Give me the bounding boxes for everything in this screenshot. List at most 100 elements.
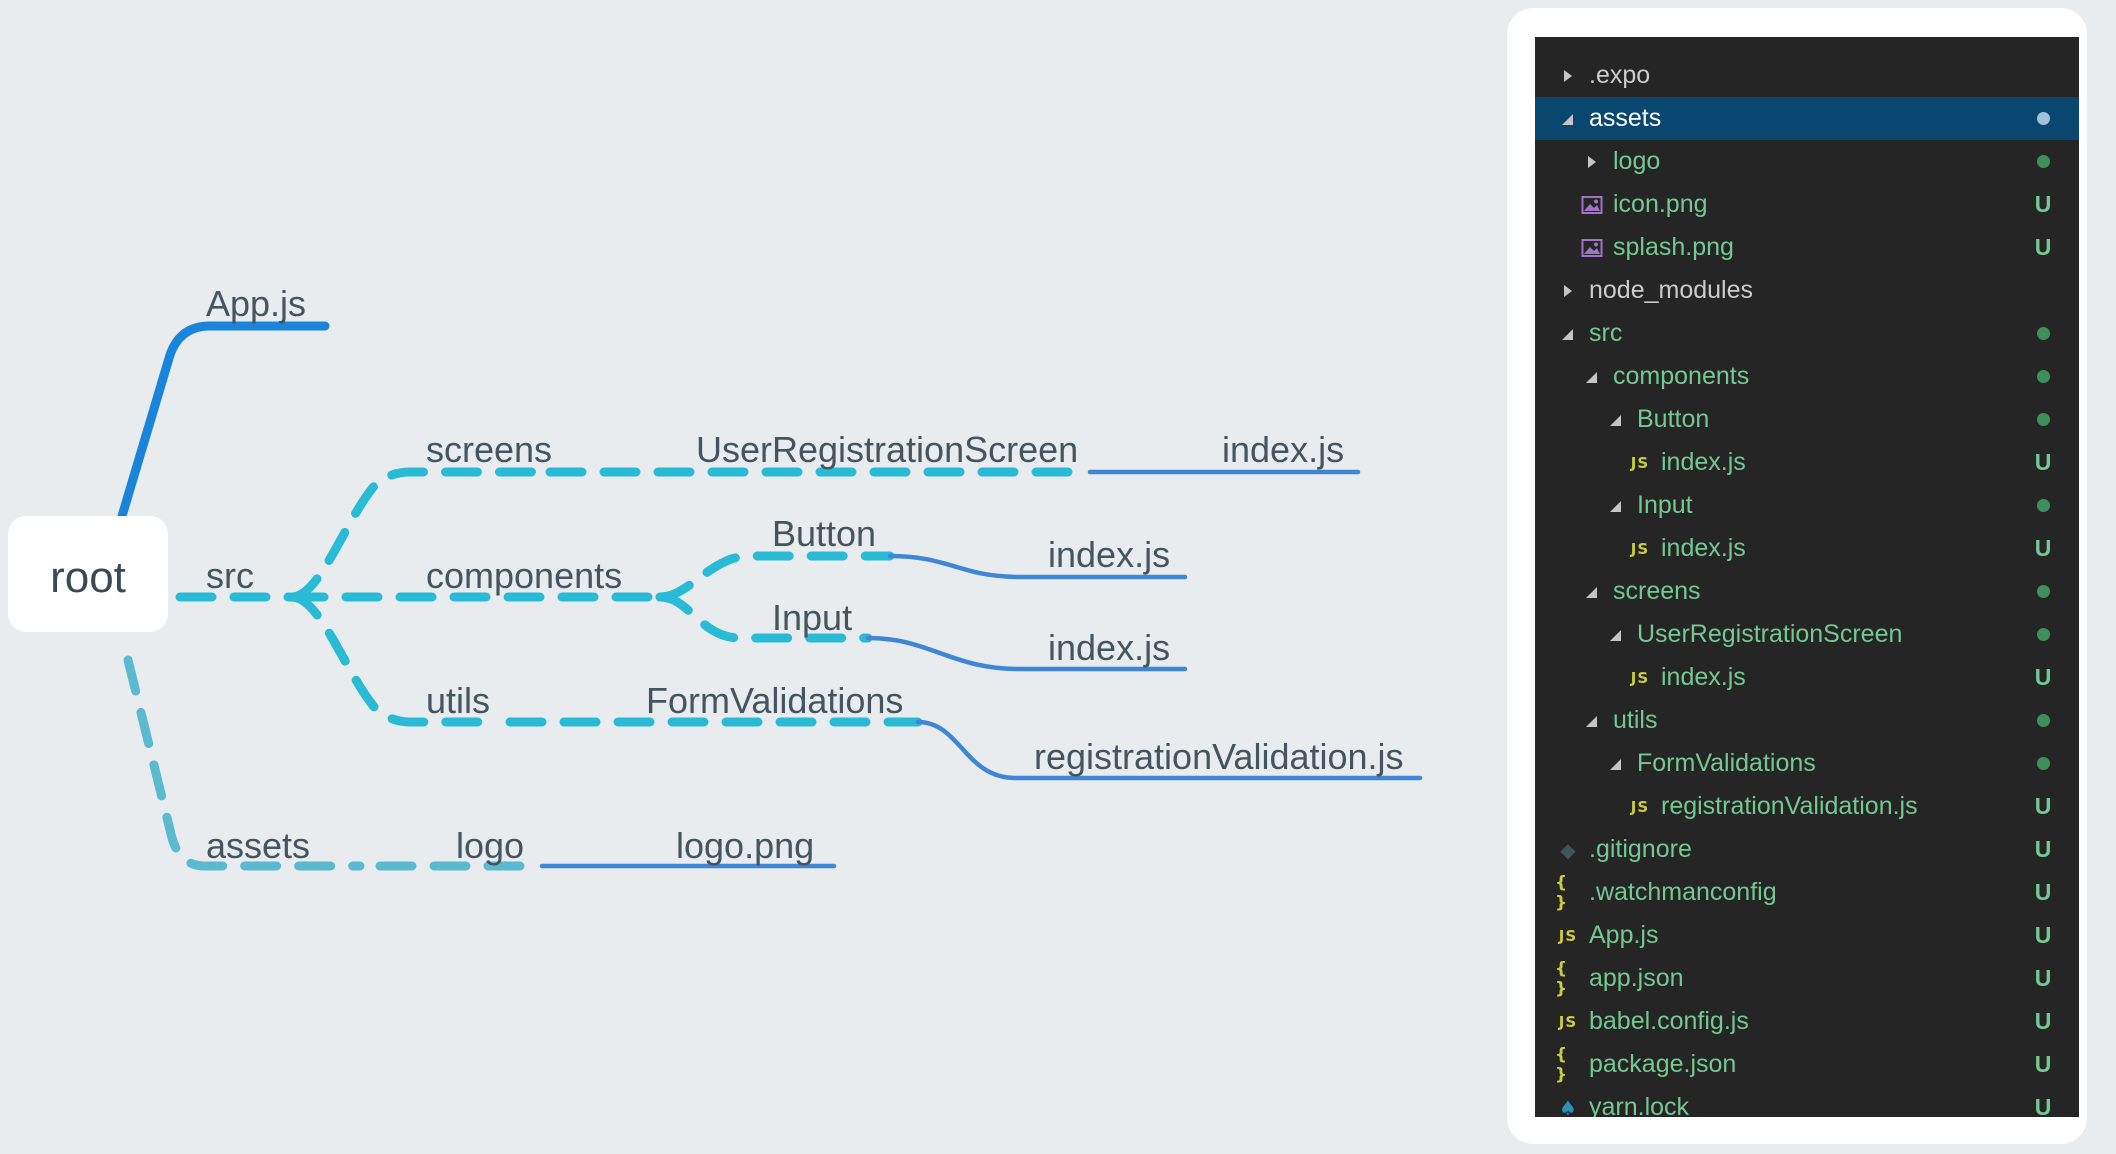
explorer-row-label: registrationValidation.js: [1661, 792, 1918, 820]
chevron-down-icon[interactable]: [1603, 407, 1629, 433]
git-status-badge: U: [2034, 1051, 2052, 1077]
explorer-file-row[interactable]: { } package.json U: [1535, 1043, 2079, 1086]
git-status-badge: U: [2034, 793, 2052, 819]
chevron-down-icon[interactable]: [1579, 579, 1605, 605]
explorer-file-row[interactable]: ♠ yarn.lock U: [1535, 1086, 2079, 1117]
js-icon: JS: [1630, 539, 1650, 558]
explorer-file-row[interactable]: JS index.js U: [1535, 441, 2079, 484]
edge-components-button: [655, 551, 895, 602]
explorer-folder-row[interactable]: UserRegistrationScreen: [1535, 613, 2079, 656]
node-components: components: [426, 555, 622, 596]
chevron-right-icon[interactable]: [1555, 63, 1581, 89]
chevron-right-icon[interactable]: [1579, 149, 1605, 175]
modified-dot-icon: [2033, 742, 2053, 785]
explorer-folder-row[interactable]: src: [1535, 312, 2079, 355]
explorer-folder-row[interactable]: FormValidations: [1535, 742, 2079, 785]
chevron-down-icon[interactable]: [1579, 364, 1605, 390]
explorer-row-label: components: [1613, 362, 1750, 390]
js-icon: JS: [1558, 926, 1578, 945]
image-icon: [1579, 192, 1605, 218]
chevron-down-icon[interactable]: [1603, 751, 1629, 777]
explorer-row-label: babel.config.js: [1589, 1007, 1749, 1035]
explorer-file-row[interactable]: JS index.js U: [1535, 527, 2079, 570]
explorer-file-row[interactable]: JS index.js U: [1535, 656, 2079, 699]
explorer-file-row[interactable]: JS App.js U: [1535, 914, 2079, 957]
node-input-index: index.js: [1048, 627, 1170, 668]
node-screens-index: index.js: [1222, 429, 1344, 470]
node-appjs: App.js: [206, 283, 306, 324]
js-icon: JS: [1630, 453, 1650, 472]
chevron-down-icon[interactable]: [1603, 622, 1629, 648]
modified-dot-icon: [2033, 355, 2053, 398]
explorer-row-label: screens: [1613, 577, 1701, 605]
explorer-file-row[interactable]: { } .watchmanconfig U: [1535, 871, 2079, 914]
git-status-badge: U: [2034, 234, 2052, 260]
explorer-file-row[interactable]: { } app.json U: [1535, 957, 2079, 1000]
modified-dot-icon: [2033, 484, 2053, 527]
modified-dot-icon: [2033, 699, 2053, 742]
explorer-row-label: index.js: [1661, 534, 1746, 562]
explorer-row-label: index.js: [1661, 663, 1746, 691]
modified-dot-icon: [2033, 398, 2053, 441]
explorer-row-label: Input: [1637, 491, 1693, 519]
chevron-down-icon[interactable]: [1555, 321, 1581, 347]
explorer-folder-row[interactable]: logo: [1535, 140, 2079, 183]
modified-dot-icon: [2033, 140, 2053, 183]
explorer-file-row[interactable]: JS babel.config.js U: [1535, 1000, 2079, 1043]
explorer-row-label: .watchmanconfig: [1589, 878, 1777, 906]
explorer-file-row[interactable]: ◆ .gitignore U: [1535, 828, 2079, 871]
yarn-icon: ♠: [1559, 1095, 1577, 1118]
chevron-down-icon[interactable]: [1603, 493, 1629, 519]
node-button-index: index.js: [1048, 534, 1170, 575]
explorer-file-row[interactable]: icon.png U: [1535, 183, 2079, 226]
explorer-folder-row[interactable]: Button: [1535, 398, 2079, 441]
explorer-row-label: splash.png: [1613, 233, 1734, 261]
explorer-folder-row[interactable]: node_modules: [1535, 269, 2079, 312]
json-icon: { }: [1555, 958, 1568, 999]
explorer-file-row[interactable]: JS registrationValidation.js U: [1535, 785, 2079, 828]
explorer-folder-row[interactable]: assets: [1535, 97, 2079, 140]
explorer-row-label: package.json: [1589, 1050, 1737, 1078]
explorer-folder-row[interactable]: utils: [1535, 699, 2079, 742]
git-status-badge: U: [2034, 836, 2052, 862]
explorer-file-row[interactable]: splash.png U: [1535, 226, 2079, 269]
explorer-folder-row[interactable]: screens: [1535, 570, 2079, 613]
git-status-badge: U: [2034, 535, 2052, 561]
git-status-badge: U: [2034, 879, 2052, 905]
modified-dot-icon: [2033, 570, 2053, 613]
explorer-row-label: utils: [1613, 706, 1658, 734]
explorer-row-label: index.js: [1661, 448, 1746, 476]
node-src: src: [206, 555, 254, 596]
explorer-row-label: App.js: [1589, 921, 1659, 949]
explorer-folder-row[interactable]: .expo: [1535, 54, 2079, 97]
explorer-row-label: assets: [1589, 104, 1662, 132]
json-icon: { }: [1555, 872, 1568, 913]
explorer-row-label: UserRegistrationScreen: [1637, 620, 1903, 648]
folder-structure-mindmap: root App.js src screens UserRegistration…: [8, 283, 1423, 871]
chevron-down-icon[interactable]: [1579, 708, 1605, 734]
js-icon: JS: [1630, 668, 1650, 687]
git-status-badge: U: [2034, 1008, 2052, 1034]
git-status-badge: U: [2034, 449, 2052, 475]
node-form-validations: FormValidations: [646, 680, 903, 721]
file-explorer: .expo assets logo icon.png Usplash.png Unode_…: [1535, 37, 2079, 1117]
chevron-right-icon[interactable]: [1555, 278, 1581, 304]
modified-dot-icon: [2033, 97, 2053, 140]
node-button: Button: [772, 513, 876, 554]
git-icon: ◆: [1560, 837, 1576, 862]
explorer-folder-row[interactable]: components: [1535, 355, 2079, 398]
node-user-registration-screen: UserRegistrationScreen: [696, 429, 1078, 470]
chevron-down-icon[interactable]: [1555, 106, 1581, 132]
explorer-frame: .expo assets logo icon.png Usplash.png Unode_…: [1507, 8, 2087, 1144]
explorer-row-label: yarn.lock: [1589, 1093, 1690, 1117]
explorer-folder-row[interactable]: Input: [1535, 484, 2079, 527]
explorer-row-label: FormValidations: [1637, 749, 1816, 777]
git-status-badge: U: [2034, 1094, 2052, 1117]
explorer-row-label: icon.png: [1613, 190, 1708, 218]
node-input: Input: [772, 597, 852, 638]
explorer-row-label: app.json: [1589, 964, 1684, 992]
explorer-row-label: Button: [1637, 405, 1710, 433]
js-icon: JS: [1558, 1012, 1578, 1031]
explorer-row-label: .gitignore: [1589, 835, 1692, 863]
node-logo-png: logo.png: [676, 825, 814, 866]
